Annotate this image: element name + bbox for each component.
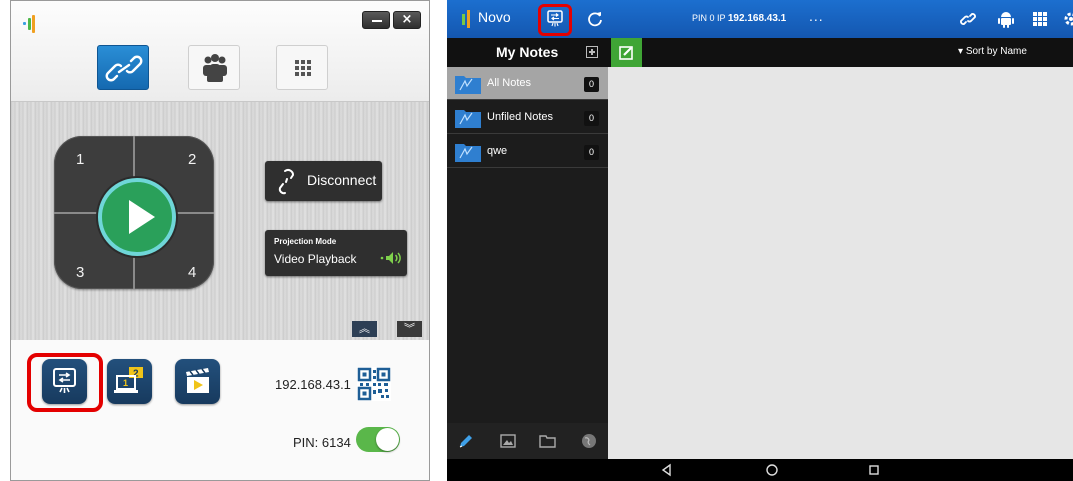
back-icon[interactable] (660, 463, 674, 477)
desktop-app-window: × 1 2 3 4 Disconnect Projection Mode Vid… (10, 0, 430, 481)
control-area: 1 2 3 4 Disconnect Projection Mode Video… (11, 102, 429, 340)
chevron-up-icon: ︽ (359, 322, 370, 335)
top-bar: × (11, 1, 429, 102)
video-button[interactable] (175, 359, 220, 404)
novo-logo-icon (459, 10, 473, 28)
link-icon (105, 55, 143, 82)
presenter-icon: 2 1 (114, 367, 143, 393)
unlink-icon (278, 169, 295, 195)
projection-mode-value: Video Playback (274, 252, 357, 266)
notebook-count: 0 (584, 77, 599, 92)
minimize-button[interactable] (362, 11, 390, 29)
pin-label: PIN: 6134 (293, 435, 351, 450)
top-action-bar: Novo PIN 0 IP 192.168.43.1 ... (447, 0, 1073, 38)
collapse-up-button[interactable]: ︽ (352, 321, 377, 337)
android-nav-bar (447, 459, 1073, 481)
tab-users[interactable] (188, 45, 240, 90)
svg-text:1: 1 (123, 378, 128, 388)
grid-icon[interactable] (1031, 10, 1049, 28)
notebook-name: All Notes (487, 77, 532, 89)
disconnect-label: Disconnect (307, 172, 377, 188)
presenter-button[interactable]: 2 1 (107, 359, 152, 404)
novo-logo-icon (23, 15, 37, 33)
recents-icon[interactable] (867, 463, 881, 477)
screen-share-icon[interactable] (547, 10, 563, 27)
notebook-item-qwe[interactable]: qwe 0 (447, 135, 608, 168)
notebook-name: Unfiled Notes (487, 111, 554, 123)
grid-icon (295, 60, 311, 76)
notebook-item-all-notes[interactable]: All Notes 0 (447, 67, 608, 100)
tab-link[interactable] (97, 45, 149, 90)
folder-icon (455, 76, 481, 94)
pen-icon[interactable] (457, 432, 475, 450)
quadrant-4[interactable]: 4 (188, 264, 196, 281)
folder-icon (455, 144, 481, 162)
expand-down-button[interactable]: ︾ (397, 321, 422, 337)
notes-toolbar: My Notes ▾ Sort by Name (447, 38, 1073, 67)
projection-mode-button[interactable]: Projection Mode Video Playback (265, 230, 407, 276)
quadrant-1[interactable]: 1 (76, 151, 84, 168)
qr-code-icon[interactable] (357, 367, 391, 401)
pin-toggle[interactable] (356, 427, 400, 452)
video-clapper-icon (186, 368, 209, 393)
speaker-icon (380, 252, 401, 264)
bottom-area: 2 1 192.168.43.1 PIN: 6134 (11, 340, 429, 480)
image-icon[interactable] (499, 432, 517, 450)
folder-icon[interactable] (539, 432, 557, 450)
more-dots[interactable]: ... (809, 8, 824, 24)
chevron-down-icon: ︾ (404, 322, 415, 335)
link-icon[interactable] (959, 10, 977, 28)
close-icon: × (401, 12, 413, 27)
pin-ip-address: 192.168.43.1 (727, 13, 787, 24)
pin-ip-prefix: PIN 0 IP (692, 13, 728, 23)
edit-icon (619, 46, 633, 60)
notebook-count: 0 (584, 145, 599, 160)
app-name: Novo (478, 9, 511, 25)
settings-icon[interactable] (1062, 10, 1073, 28)
globe-icon[interactable] (580, 432, 598, 450)
notebook-sidebar: All Notes 0 Unfiled Notes 0 qwe 0 (447, 67, 608, 459)
screen-share-button[interactable] (42, 359, 87, 404)
toggle-knob (376, 428, 399, 451)
notes-title: My Notes (496, 44, 559, 60)
users-icon (203, 54, 227, 82)
notebook-item-unfiled-notes[interactable]: Unfiled Notes 0 (447, 101, 608, 134)
quadrant-2[interactable]: 2 (188, 151, 196, 168)
home-icon[interactable] (765, 463, 779, 477)
ip-address: 192.168.43.1 (275, 377, 351, 392)
tab-apps[interactable] (276, 45, 328, 90)
sort-dropdown[interactable]: ▾ Sort by Name (958, 46, 1027, 57)
tablet-app-window: Novo PIN 0 IP 192.168.43.1 ... My Notes … (447, 0, 1073, 481)
close-button[interactable]: × (393, 11, 421, 29)
quadrant-3[interactable]: 3 (76, 264, 84, 281)
android-icon[interactable] (997, 10, 1015, 28)
new-note-button[interactable] (611, 38, 642, 67)
folder-icon (455, 110, 481, 128)
tool-bar (447, 423, 608, 459)
play-button[interactable] (98, 178, 176, 256)
notebook-count: 0 (584, 111, 599, 126)
projection-mode-title: Projection Mode (274, 237, 337, 246)
refresh-icon[interactable] (586, 10, 604, 28)
notebook-name: qwe (487, 145, 508, 157)
disconnect-button[interactable]: Disconnect (265, 161, 382, 201)
add-notebook-button[interactable] (586, 46, 598, 58)
pin-ip-info: PIN 0 IP 192.168.43.1 (692, 13, 786, 24)
screen-share-icon (53, 368, 76, 393)
sort-label: Sort by Name (965, 46, 1027, 57)
